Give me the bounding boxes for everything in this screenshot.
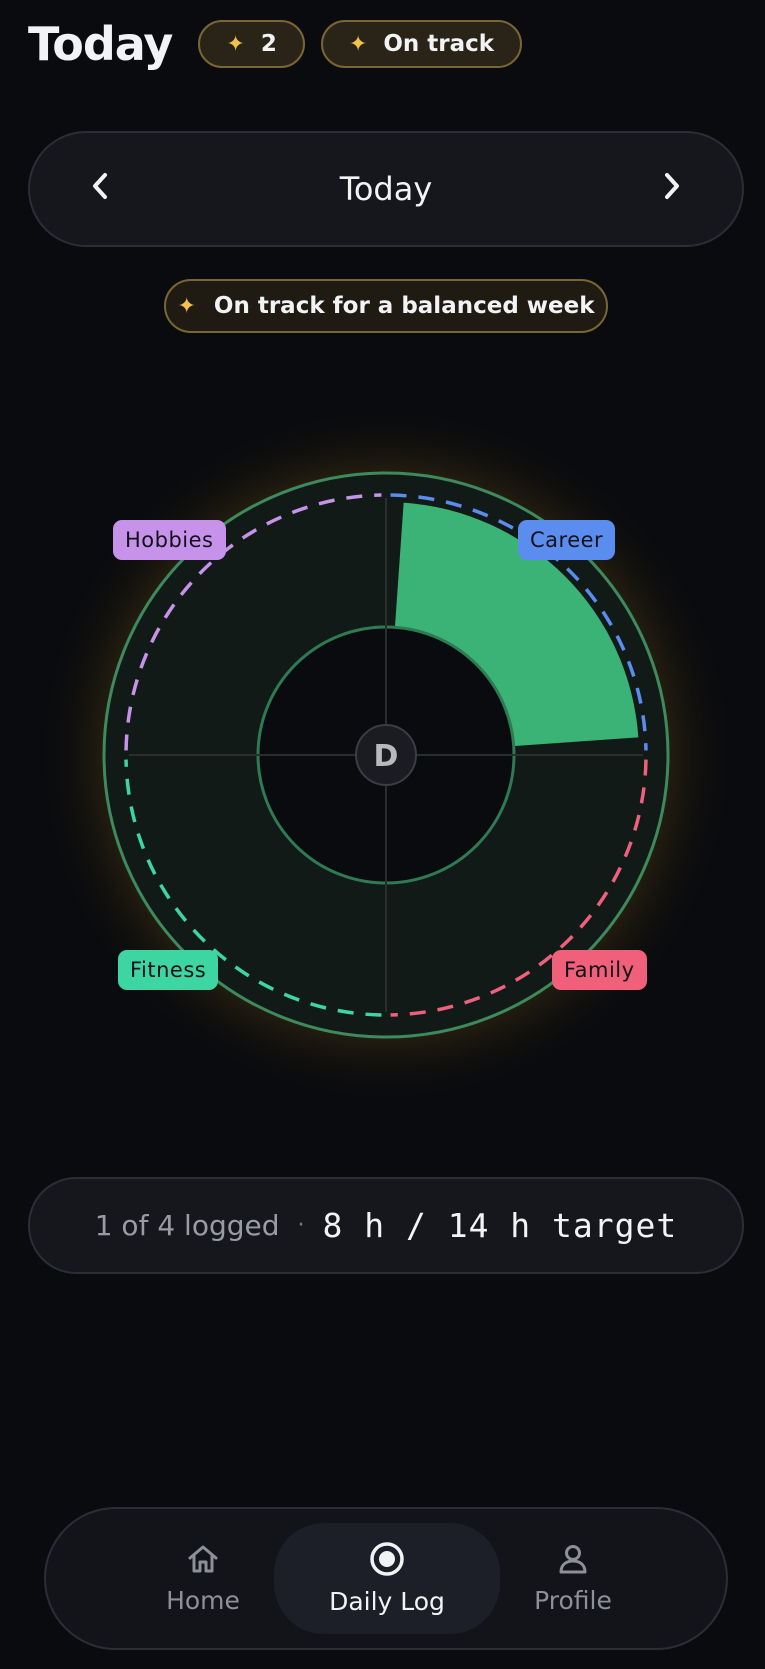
- bottom-tab-bar: Home Daily Log Profile: [44, 1507, 728, 1650]
- tab-daily-log-label: Daily Log: [329, 1587, 445, 1616]
- date-label: Today: [339, 170, 433, 208]
- chevron-right-icon[interactable]: [658, 169, 686, 210]
- logged-count: 1 of 4 logged: [94, 1209, 280, 1242]
- tab-profile[interactable]: Profile: [460, 1523, 686, 1634]
- sparkle-icon: ✦: [348, 31, 368, 57]
- status-badge[interactable]: ✦ On track: [320, 20, 523, 68]
- wheel-glow: [36, 405, 736, 1105]
- balance-banner-text: On track for a balanced week: [213, 293, 595, 319]
- category-tag-fitness[interactable]: Fitness: [118, 950, 219, 990]
- balance-wheel: D: [0, 0, 765, 1669]
- sparkle-icon: ✦: [226, 31, 245, 57]
- balance-banner: ✦ On track for a balanced week: [164, 279, 608, 333]
- category-tag-family[interactable]: Family: [552, 950, 647, 990]
- wheel-inner-ring: [256, 625, 516, 885]
- date-navigator: Today: [28, 131, 744, 247]
- sparkle-icon: ✦: [177, 293, 196, 319]
- tab-profile-label: Profile: [534, 1586, 612, 1615]
- wheel-center-label: D: [374, 739, 399, 774]
- person-icon: [559, 1545, 587, 1574]
- category-tag-hobbies[interactable]: Hobbies: [113, 520, 226, 560]
- home-icon: [188, 1545, 218, 1573]
- tab-home-label: Home: [166, 1586, 240, 1615]
- chevron-left-icon[interactable]: [86, 169, 114, 210]
- status-label: On track: [383, 31, 495, 57]
- streak-count: 2: [260, 31, 277, 57]
- balance-wheel-svg: D: [36, 405, 736, 1105]
- page-title: Today: [28, 17, 173, 71]
- header: Today ✦ 2 ✦ On track: [28, 14, 523, 74]
- streak-badge[interactable]: ✦ 2: [198, 20, 305, 68]
- wheel-target-arcs: [124, 493, 648, 1017]
- daily-summary: 1 of 4 logged · 8 h / 14 h target: [28, 1177, 744, 1274]
- wheel-center-knob[interactable]: [355, 724, 417, 786]
- separator: ·: [297, 1213, 305, 1238]
- category-tag-career[interactable]: Career: [518, 520, 616, 560]
- hours-progress: 8 h / 14 h target: [322, 1206, 678, 1245]
- record-icon: [370, 1542, 404, 1576]
